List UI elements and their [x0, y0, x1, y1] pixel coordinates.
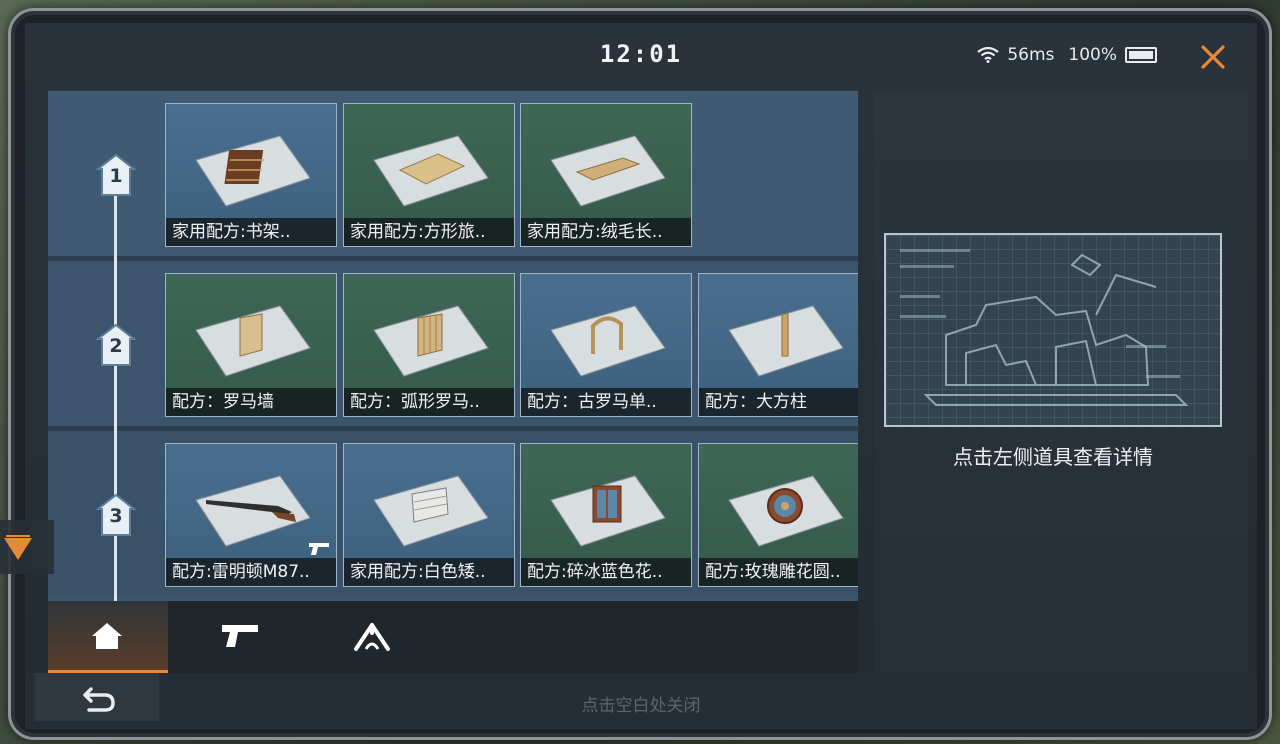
rose-round-window-blueprint-icon [728, 475, 844, 547]
level-number: 3 [109, 505, 123, 527]
battery-percent: 100% [1068, 45, 1117, 65]
card-label: 配方:雷明顿M87.. [166, 558, 336, 586]
card-label: 配方：古罗马单.. [521, 388, 691, 416]
level-number: 2 [109, 335, 123, 357]
roman-wall-blueprint-icon [195, 305, 311, 377]
blueprint-card[interactable]: 配方：弧形罗马.. [343, 273, 515, 417]
status-bar: 12:01 56ms 100% [25, 23, 1257, 83]
tab-home[interactable] [48, 601, 168, 673]
chevron-down-icon [4, 535, 32, 560]
card-label: 配方：罗马墙 [166, 388, 336, 416]
curved-roman-wall-blueprint-icon [373, 305, 489, 377]
pistol-icon [222, 625, 258, 647]
tablet-device: 12:01 56ms 100% 1 2 3 家用配方:书架.. 家用配方:方形旅… [8, 8, 1272, 740]
card-label: 家用配方:方形旅.. [344, 218, 514, 246]
blueprint-card[interactable]: 配方:碎冰蓝色花.. [520, 443, 692, 587]
blueprint-card[interactable]: 配方:雷明顿M87.. [165, 443, 337, 587]
blueprint-card[interactable]: 配方：大方柱 [698, 273, 858, 417]
ping-value: 56ms [1007, 45, 1055, 65]
shotgun-blueprint-icon [195, 475, 311, 547]
card-label: 配方：大方柱 [699, 388, 858, 416]
white-cabinet-blueprint-icon [373, 475, 489, 547]
footer-bar[interactable]: 点击空白处关闭 [25, 673, 1257, 729]
blueprint-card[interactable]: 家用配方:白色矮.. [343, 443, 515, 587]
blueprint-list[interactable]: 1 2 3 家用配方:书架.. 家用配方:方形旅.. 家用配方:绒毛长.. 配方… [48, 91, 858, 601]
level-marker-3: 3 [96, 493, 136, 537]
bookshelf-blueprint-icon [195, 135, 311, 207]
card-label: 配方:玫瑰雕花圆.. [699, 558, 858, 586]
pistol-badge-icon [309, 543, 329, 555]
square-rug-blueprint-icon [373, 135, 489, 207]
category-tab-bar [48, 601, 858, 673]
blueprint-card[interactable]: 家用配方:绒毛长.. [520, 103, 692, 247]
long-rug-blueprint-icon [550, 135, 666, 207]
blueprint-card[interactable]: 配方:玫瑰雕花圆.. [698, 443, 858, 587]
blue-flower-window-blueprint-icon [550, 475, 666, 547]
blueprint-card[interactable]: 家用配方:方形旅.. [343, 103, 515, 247]
tab-weapon[interactable] [178, 601, 298, 673]
card-label: 配方:碎冰蓝色花.. [521, 558, 691, 586]
collapse-side-tab[interactable] [0, 520, 54, 574]
card-label: 家用配方:书架.. [166, 218, 336, 246]
blueprint-card[interactable]: 家用配方:书架.. [165, 103, 337, 247]
blueprint-card[interactable]: 配方：罗马墙 [165, 273, 337, 417]
tab-camp[interactable] [310, 601, 430, 673]
battery-icon [1125, 47, 1157, 63]
close-icon [1201, 45, 1225, 69]
level-number: 1 [109, 165, 123, 187]
level-timeline [114, 175, 117, 601]
blueprint-preview-image [884, 233, 1222, 427]
roman-arch-blueprint-icon [550, 305, 666, 377]
close-button[interactable] [1197, 41, 1229, 73]
card-label: 配方：弧形罗马.. [344, 388, 514, 416]
card-label: 家用配方:白色矮.. [344, 558, 514, 586]
wifi-icon [977, 47, 1000, 63]
square-pillar-blueprint-icon [728, 305, 844, 377]
level-marker-2: 2 [96, 323, 136, 367]
tablet-screen: 12:01 56ms 100% 1 2 3 家用配方:书架.. 家用配方:方形旅… [25, 23, 1257, 729]
tent-icon [354, 623, 390, 651]
card-label: 家用配方:绒毛长.. [521, 218, 691, 246]
status-indicators: 56ms 100% [977, 45, 1157, 65]
level-marker-1: 1 [96, 153, 136, 197]
blueprint-card[interactable]: 配方：古罗马单.. [520, 273, 692, 417]
home-icon [92, 623, 122, 649]
detail-hint: 点击左侧道具查看详情 [953, 445, 1153, 469]
tap-blank-to-close-hint: 点击空白处关闭 [581, 696, 701, 716]
detail-panel: 点击左侧道具查看详情 [874, 91, 1248, 673]
